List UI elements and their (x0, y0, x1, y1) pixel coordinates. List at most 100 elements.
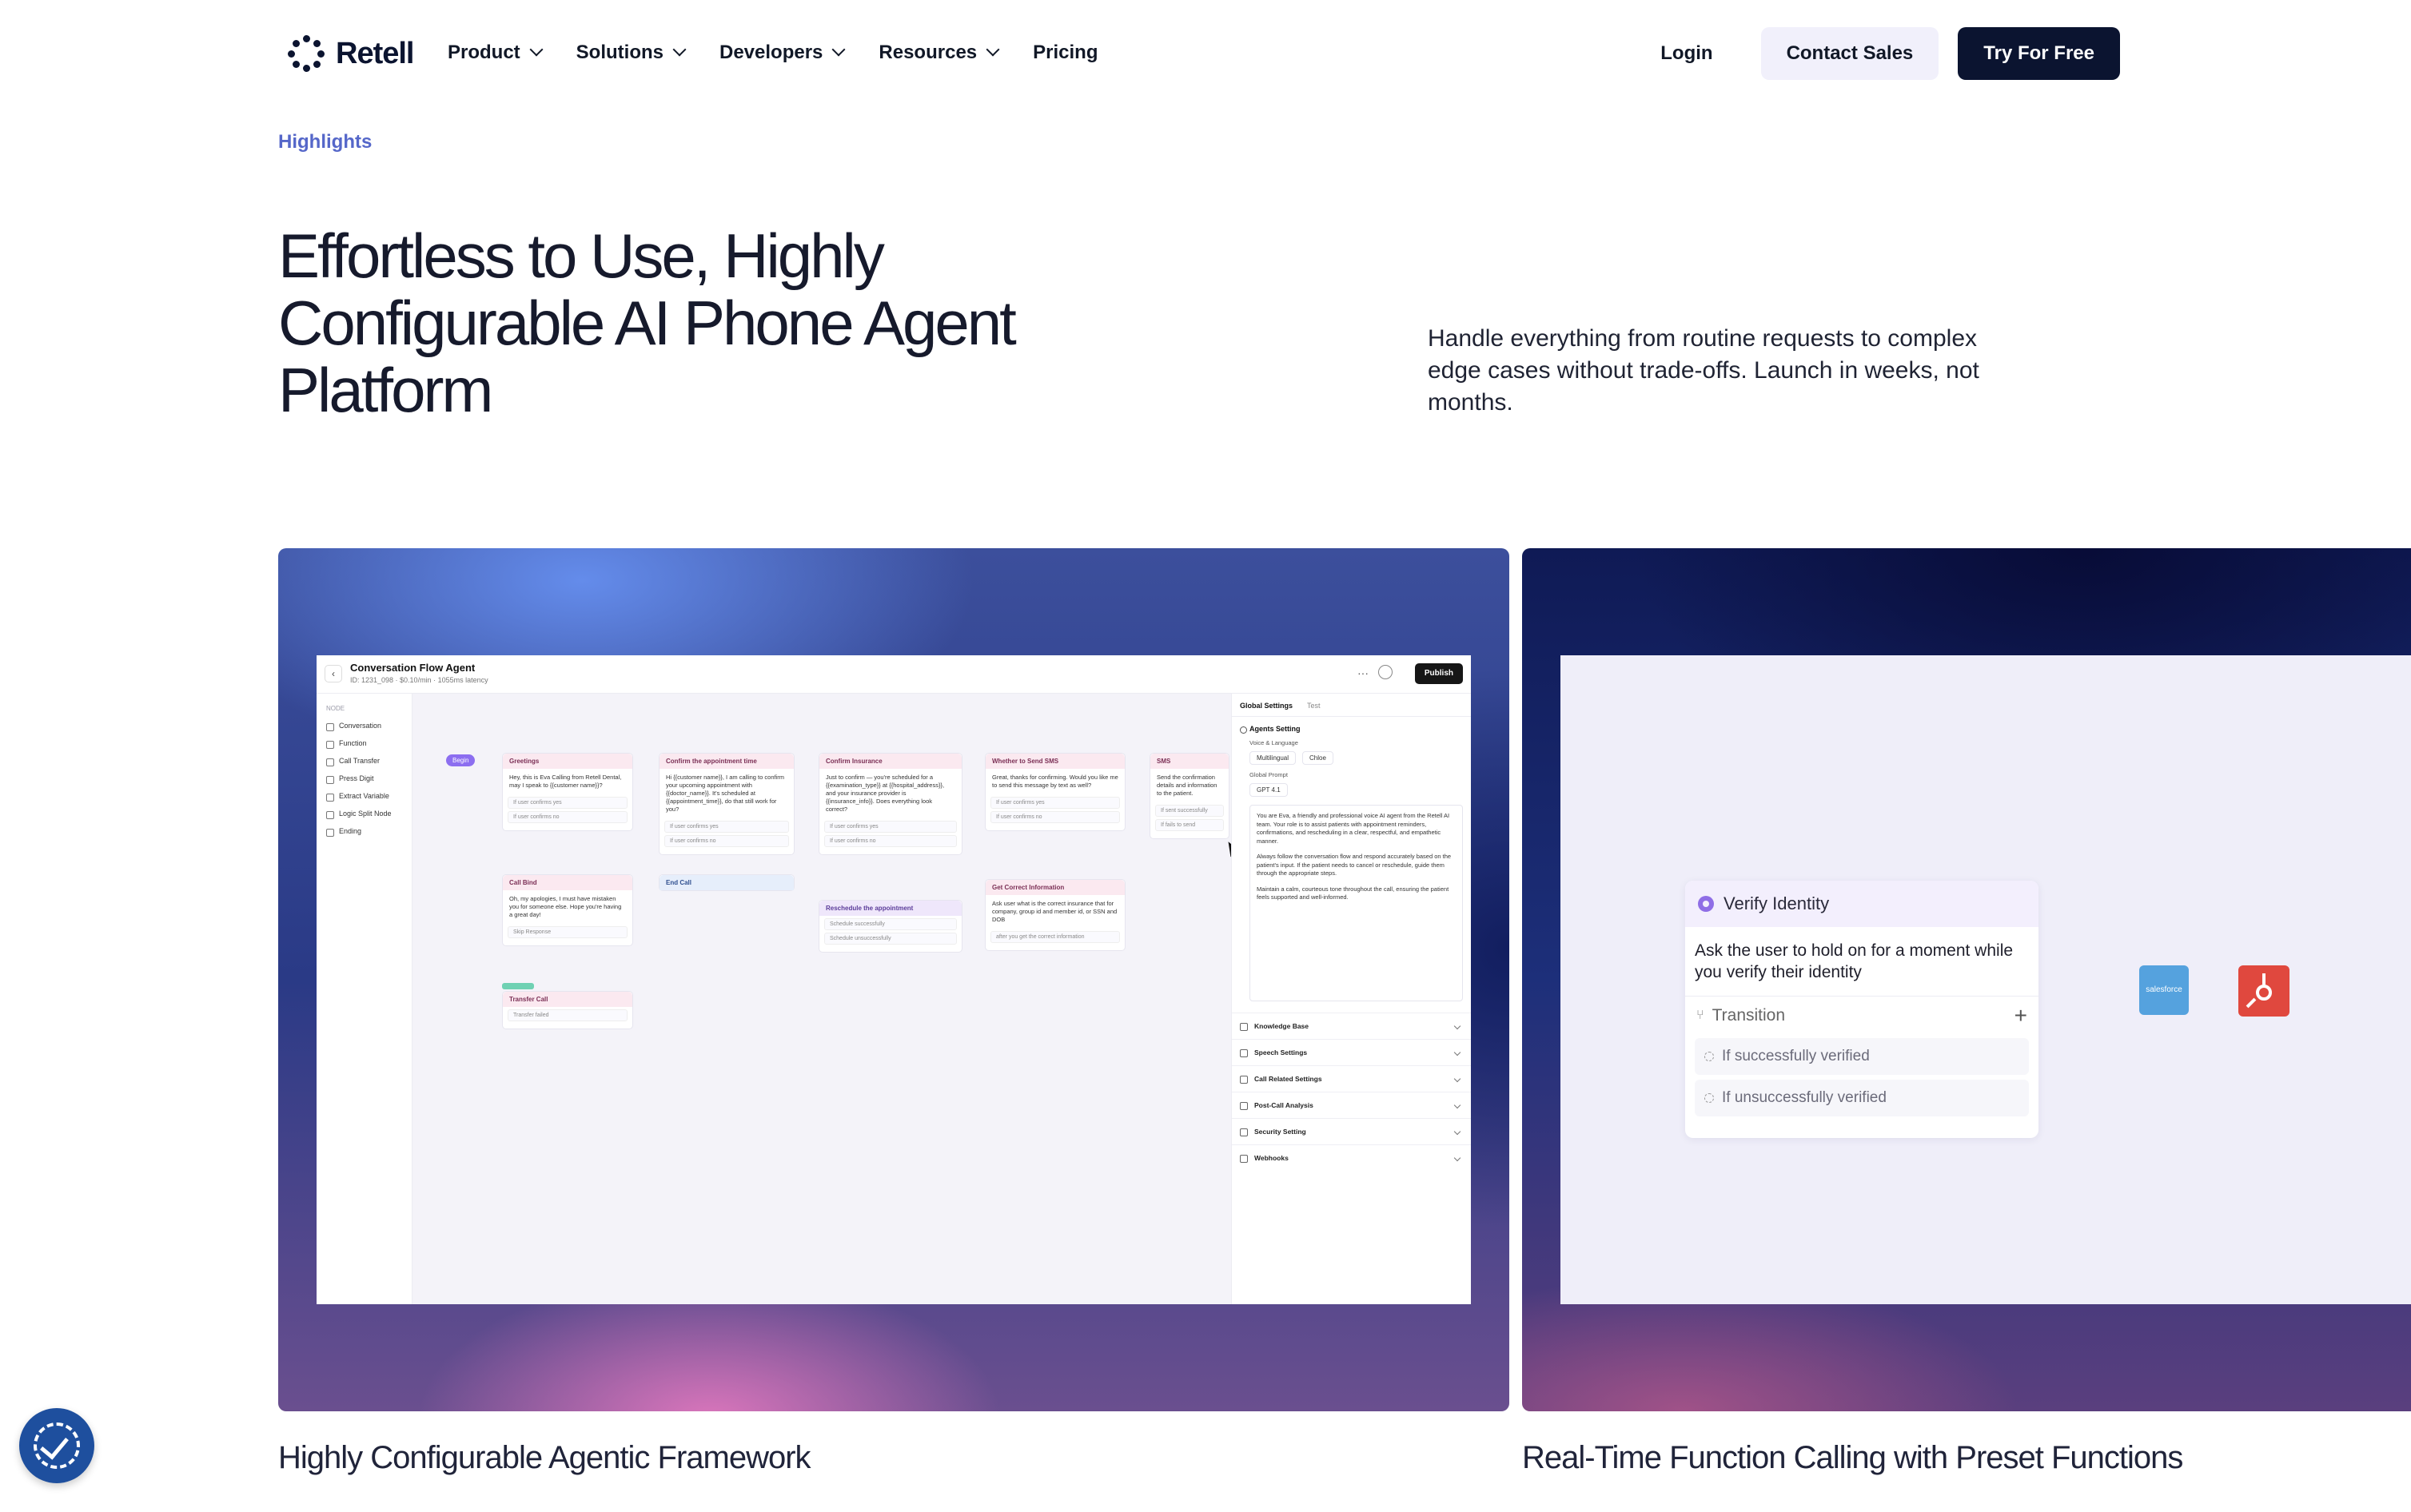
logo-dots-icon (288, 35, 325, 72)
brand-name: Retell (336, 36, 414, 70)
flow-node: Confirm the appointment time Hi {{custom… (659, 753, 795, 855)
tab-global-settings: Global Settings (1240, 702, 1293, 710)
flow-canvas: Begin Greetings Hey, this is Eva Calling… (412, 694, 1241, 1304)
tab-test: Test (1307, 702, 1321, 710)
flow-node: Reschedule the appointment Schedule succ… (819, 900, 962, 953)
section-speech-settings: Speech Settings (1232, 1039, 1471, 1065)
model-row: GPT 4.1 (1232, 780, 1471, 800)
nav-item-pricing[interactable]: Pricing (1033, 38, 1098, 67)
transition-label: ⑂ Transition (1696, 1006, 1785, 1025)
voice-language-label: Voice & Language (1249, 739, 1298, 746)
section-call-related-settings: Call Related Settings (1232, 1065, 1471, 1092)
node-body: Just to confirm — you're scheduled for a… (826, 774, 945, 813)
status-tag (502, 983, 534, 989)
chevron-down-icon (831, 42, 846, 57)
node-option: If user confirms no (824, 835, 957, 847)
chevron-down-icon (986, 42, 1000, 57)
flow-node: Transfer Call Transfer failed (502, 991, 633, 1029)
section-eyebrow: Highlights (278, 131, 373, 153)
salesforce-logo: salesforce (2139, 965, 2189, 1015)
transition-text: Transition (1712, 1006, 1786, 1025)
flow-node: End Call (659, 874, 795, 891)
nav-item-solutions[interactable]: Solutions (576, 38, 687, 67)
node-title: Get Correct Information (986, 880, 1125, 895)
loader-icon (1704, 1093, 1714, 1103)
sidebar-item: Ending (317, 822, 412, 840)
sidebar-heading: NODE (326, 705, 345, 712)
branch-icon: ⑂ (1696, 1009, 1704, 1022)
flow-node: Greetings Hey, this is Eva Calling from … (502, 753, 633, 831)
section-security-setting: Security Setting (1232, 1118, 1471, 1144)
node-sidebar: NODE Conversation Function Call Transfer… (317, 694, 412, 1304)
agent-title: Conversation Flow Agent (350, 662, 476, 674)
hubspot-logo-icon (2238, 965, 2289, 1017)
function-icon (1698, 896, 1714, 912)
node-body: Send the confirmation details and inform… (1157, 774, 1217, 797)
page-title: Effortless to Use, Highly Configurable A… (278, 221, 1017, 425)
nav-item-label: Pricing (1033, 42, 1098, 63)
contact-sales-button[interactable]: Contact Sales (1760, 27, 1939, 80)
section-webhooks: Webhooks (1232, 1144, 1471, 1171)
nav-item-developers[interactable]: Developers (719, 38, 846, 67)
flow-node: Whether to Send SMS Great, thanks for co… (985, 753, 1126, 831)
accessibility-icon[interactable] (19, 1408, 94, 1483)
node-body: Hey, this is Eva Calling from Retell Den… (509, 774, 622, 789)
flow-node: Confirm Insurance Just to confirm — you'… (819, 753, 962, 855)
panel-tabs: Global Settings Test (1232, 694, 1471, 717)
prompt-paragraph: Maintain a calm, courteous tone througho… (1257, 885, 1449, 901)
transition-option: If unsuccessfully verified (1695, 1080, 2029, 1116)
option-text: If unsuccessfully verified (1722, 1089, 1887, 1106)
prompt-paragraph: You are Eva, a friendly and professional… (1257, 812, 1450, 845)
node-option: If sent successfully (1155, 805, 1224, 817)
node-option: after you get the correct information (990, 931, 1120, 943)
sidebar-item: Extract Variable (317, 787, 412, 805)
verify-title: Verify Identity (1724, 893, 1830, 913)
node-option: If fails to send (1155, 819, 1224, 831)
login-link[interactable]: Login (1632, 27, 1741, 80)
app-header: ‹ Conversation Flow Agent ID: 1231_098 ·… (317, 655, 1471, 694)
nav-item-resources[interactable]: Resources (879, 38, 1000, 67)
hero-description: Handle everything from routine requests … (1428, 325, 1979, 416)
section-knowledge-base: Knowledge Base (1232, 1013, 1471, 1039)
model-select: GPT 4.1 (1249, 783, 1288, 797)
primary-nav: Product Solutions Developers Resources P… (448, 38, 1098, 67)
node-option: Schedule unsuccessfully (824, 933, 957, 945)
global-prompt-label: Global Prompt (1249, 771, 1288, 778)
nav-item-label: Product (448, 42, 520, 63)
verify-identity-node: Verify Identity Ask the user to hold on … (1685, 881, 2038, 1138)
language-select: Multilingual (1249, 751, 1297, 765)
node-option: If user confirms no (664, 835, 789, 847)
try-for-free-button[interactable]: Try For Free (1958, 27, 2120, 80)
node-option: If user confirms yes (508, 797, 628, 809)
feature-card-function-calling[interactable]: Verify Identity Ask the user to hold on … (1522, 548, 2411, 1411)
loader-icon (1704, 1052, 1714, 1061)
verify-description: Ask the user to hold on for a moment whi… (1685, 927, 2038, 997)
begin-tag: Begin (446, 754, 476, 766)
flow-node: SMS Send the confirmation details and in… (1150, 753, 1229, 839)
sidebar-item: Call Transfer (317, 752, 412, 770)
more-icon: ··· (1357, 666, 1369, 679)
node-option: Schedule successfully (824, 918, 957, 930)
nav-item-label: Developers (719, 42, 823, 63)
option-text: If successfully verified (1722, 1048, 1870, 1064)
node-option: Skip Response (508, 926, 628, 938)
node-body: Hi {{customer name}}, I am calling to co… (666, 774, 784, 813)
nav-actions: Login Contact Sales Try For Free (1632, 27, 2120, 80)
function-screenshot: Verify Identity Ask the user to hold on … (1560, 655, 2411, 1304)
plus-icon: + (2014, 1003, 2027, 1028)
transition-row: ⑂ Transition + (1685, 997, 2038, 1033)
node-body: Oh, my apologies, I must have mistaken y… (509, 895, 622, 918)
node-title: Reschedule the appointment (819, 901, 962, 916)
app-screenshot: ‹ Conversation Flow Agent ID: 1231_098 ·… (317, 655, 1471, 1304)
nav-item-product[interactable]: Product (448, 38, 544, 67)
prompt-paragraph: Always follow the conversation flow and … (1257, 853, 1452, 877)
node-title: SMS (1150, 754, 1229, 769)
node-title: Transfer Call (503, 992, 632, 1007)
chevron-down-icon (529, 42, 544, 57)
history-icon (1378, 665, 1393, 679)
flow-node: Get Correct Information Ask user what is… (985, 879, 1126, 951)
voice-row: Multilingual Chloe (1232, 748, 1471, 768)
brand-logo[interactable]: Retell (288, 35, 414, 72)
feature-card-agentic-framework[interactable]: ‹ Conversation Flow Agent ID: 1231_098 ·… (278, 548, 1509, 1411)
nav-item-label: Solutions (576, 42, 664, 63)
